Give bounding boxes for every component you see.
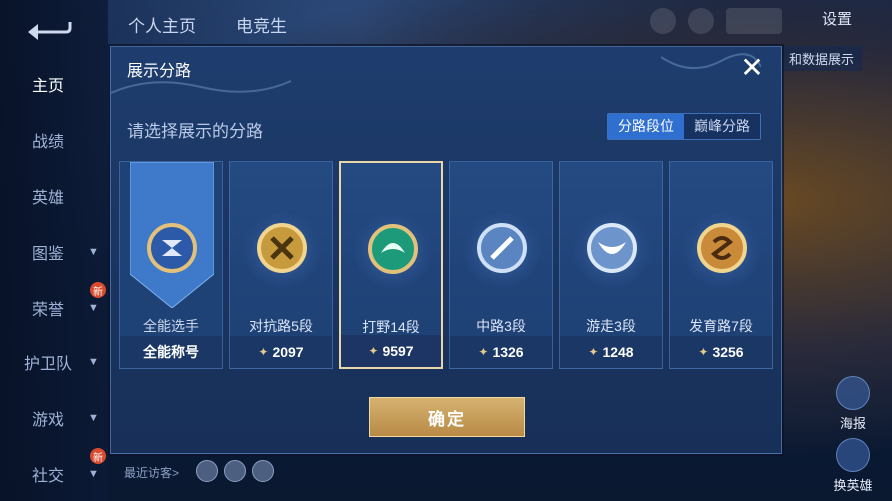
tab-peak-lane[interactable]: 巅峰分路 <box>684 114 760 139</box>
lane-value-text: 1248 <box>602 344 634 360</box>
lane-value: ✦ 2097 <box>230 336 332 368</box>
farm-lane-emblem-icon <box>697 223 747 273</box>
mid-lane-emblem-icon <box>477 223 527 273</box>
wing-icon: ✦ <box>588 345 599 359</box>
lane-card-clash[interactable]: 对抗路5段 ✦ 2097 <box>229 161 333 369</box>
poster-label: 海报 <box>839 416 866 431</box>
lane-value: 全能称号 <box>120 336 222 368</box>
top-icons <box>650 8 782 34</box>
lane-label: 打野14段 <box>362 319 420 335</box>
new-badge: 新 <box>90 448 106 464</box>
lane-display-modal: 展示分路 ✕ 请选择展示的分路 分路段位 巅峰分路 全能选手 全能称号 对抗路5… <box>110 46 782 454</box>
back-icon[interactable] <box>24 14 74 40</box>
nav-item-home[interactable]: 主页 <box>0 64 108 104</box>
recent-visitors-link[interactable]: 最近访客> <box>124 464 179 481</box>
lane-value-text: 1326 <box>492 344 524 360</box>
left-nav: 主页 战绩 英雄 图鉴 ▼ 荣誉 ▼ 新 护卫队 ▼ 游戏 ▼ 社交 ▼ 新 <box>0 0 108 501</box>
lane-label: 发育路7段 <box>689 318 753 334</box>
chevron-down-icon: ▼ <box>88 412 99 424</box>
currency-icon[interactable] <box>726 8 782 34</box>
nav-label: 护卫队 <box>24 356 73 373</box>
message-icon[interactable] <box>650 8 676 34</box>
modal-prompt: 请选择展示的分路 <box>127 122 263 141</box>
lane-label: 游走3段 <box>586 318 636 334</box>
lane-value-text: 9597 <box>382 343 414 359</box>
data-show-button[interactable]: 和数据展示 <box>780 46 862 71</box>
nav-item-hero[interactable]: 英雄 <box>0 176 108 216</box>
lane-value: ✦ 9597 <box>341 335 441 367</box>
lane-card-allround[interactable]: 全能选手 全能称号 <box>119 161 223 369</box>
nav-item-codex[interactable]: 图鉴 ▼ <box>0 232 108 272</box>
wing-icon: ✦ <box>698 345 709 359</box>
nav-item-guard[interactable]: 护卫队 ▼ <box>0 342 108 382</box>
lane-cards: 全能选手 全能称号 对抗路5段 ✦ 2097 打野14段 ✦ 9597 中路3段… <box>119 161 775 369</box>
nav-label: 社交 <box>32 468 65 485</box>
lane-label: 对抗路5段 <box>249 318 313 334</box>
lane-card-mid[interactable]: 中路3段 ✦ 1326 <box>449 161 553 369</box>
chevron-down-icon: ▼ <box>88 468 99 480</box>
nav-item-game[interactable]: 游戏 ▼ <box>0 398 108 438</box>
allround-emblem-icon <box>147 223 197 273</box>
close-icon[interactable]: ✕ <box>737 53 767 83</box>
lane-card-roam[interactable]: 游走3段 ✦ 1248 <box>559 161 663 369</box>
tab-profile[interactable]: 个人主页 <box>128 12 196 37</box>
top-bar: 个人主页 电竞生 设置 <box>108 0 892 46</box>
avatar[interactable] <box>224 460 246 482</box>
tab-lane-rank[interactable]: 分路段位 <box>608 114 684 139</box>
lane-label: 全能选手 <box>143 318 199 334</box>
switch-hero-label: 换英雄 <box>833 478 873 493</box>
switch-hero-button[interactable]: 换英雄 <box>830 438 876 494</box>
confirm-button[interactable]: 确定 <box>369 397 525 437</box>
nav-label: 游戏 <box>32 412 65 429</box>
vip-icon[interactable] <box>688 8 714 34</box>
new-badge: 新 <box>90 282 106 298</box>
tab-esports[interactable]: 电竞生 <box>236 12 287 37</box>
poster-icon <box>836 376 870 410</box>
nav-label: 主页 <box>32 78 65 95</box>
lane-card-jungle[interactable]: 打野14段 ✦ 9597 <box>339 161 443 369</box>
lane-value: ✦ 1326 <box>450 336 552 368</box>
lane-value: ✦ 1248 <box>560 336 662 368</box>
poster-button[interactable]: 海报 <box>830 376 876 432</box>
clash-lane-emblem-icon <box>257 223 307 273</box>
recent-avatars <box>196 460 274 482</box>
wing-icon: ✦ <box>368 344 379 358</box>
jungle-emblem-icon <box>368 224 418 274</box>
wing-icon: ✦ <box>478 345 489 359</box>
lane-value-text: 2097 <box>272 344 304 360</box>
nav-label: 英雄 <box>32 190 65 207</box>
switch-hero-icon <box>836 438 870 472</box>
avatar[interactable] <box>196 460 218 482</box>
roam-emblem-icon <box>587 223 637 273</box>
chevron-down-icon: ▼ <box>88 302 99 314</box>
chevron-down-icon: ▼ <box>88 246 99 258</box>
chevron-down-icon: ▼ <box>88 356 99 368</box>
nav-item-record[interactable]: 战绩 <box>0 120 108 160</box>
settings-button[interactable]: 设置 <box>822 8 852 29</box>
wing-icon: ✦ <box>258 345 269 359</box>
lane-value: ✦ 3256 <box>670 336 772 368</box>
lane-value-text: 3256 <box>712 344 744 360</box>
avatar[interactable] <box>252 460 274 482</box>
lane-label: 中路3段 <box>476 318 526 334</box>
lane-value-text: 全能称号 <box>143 344 199 360</box>
nav-label: 战绩 <box>32 134 65 151</box>
lane-card-farm[interactable]: 发育路7段 ✦ 3256 <box>669 161 773 369</box>
nav-label: 荣誉 <box>32 302 65 319</box>
lane-type-toggle: 分路段位 巅峰分路 <box>607 113 761 140</box>
nav-label: 图鉴 <box>32 246 65 263</box>
modal-title: 展示分路 <box>127 63 192 80</box>
